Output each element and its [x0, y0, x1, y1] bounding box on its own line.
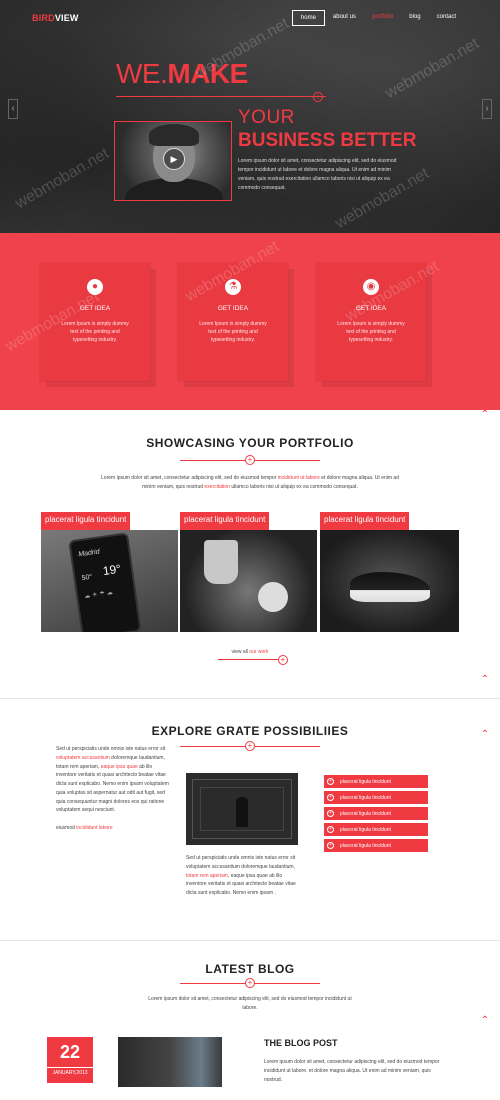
explore-list-item[interactable]: + placerat ligula tincidunt: [324, 823, 428, 836]
portfolio-intro: Lorem ipsum dolor sit amet, consectetur …: [101, 475, 399, 490]
next-slide-arrow[interactable]: ›: [482, 99, 492, 119]
hero-divider-plus-icon: +: [313, 92, 323, 102]
plus-icon: +: [327, 778, 334, 785]
prev-slide-arrow[interactable]: ‹: [8, 99, 18, 119]
portfolio-label: placerat ligula tincidunt: [320, 512, 410, 530]
video-figure-hair: [149, 124, 199, 146]
portfolio-image: Madrid 19° 50° ☁☀☂☁: [41, 530, 178, 632]
blog-date: 22 JANUARY,2013: [47, 1037, 93, 1083]
feature-text: Lorem Ipsum is simply dummy text of the …: [199, 321, 267, 343]
explore-mid-text: Sed ut perspiciatis unde omnis iste natu…: [186, 855, 296, 896]
feature-text: Lorem Ipsum is simply dummy text of the …: [61, 321, 129, 343]
section-separator: [0, 940, 500, 941]
portfolio-image: [320, 530, 459, 632]
feature-title: GET IDEA: [217, 305, 249, 312]
phone-city: Madrid: [77, 548, 101, 559]
flask-icon: ⚗: [225, 279, 241, 295]
portfolio-item[interactable]: placerat ligula tincidunt: [320, 512, 459, 632]
portfolio-label: placerat ligula tincidunt: [41, 512, 131, 530]
plus-icon: +: [327, 842, 334, 849]
explore-list-item[interactable]: + placerat ligula tincidunt: [324, 775, 428, 788]
sneaker-shape: [350, 572, 430, 602]
phone-temp: 19°: [101, 561, 122, 579]
blog-divider-plus-icon: +: [245, 978, 255, 988]
explore-list-item[interactable]: + placerat ligula tincidunt: [324, 791, 428, 804]
play-icon[interactable]: ▶: [163, 148, 185, 170]
blog-day: 22: [59, 1042, 81, 1062]
blog-post-text: Lorem ipsum dolor sit amet, consectetur …: [264, 1059, 440, 1083]
weather-icons: ☁☀☂☁: [83, 589, 116, 600]
scroll-up-icon[interactable]: ⌃: [480, 675, 490, 685]
feature-card[interactable]: ● GET IDEA Lorem Ipsum is simply dummy t…: [40, 263, 150, 381]
plus-icon: +: [327, 810, 334, 817]
explore-figure: [236, 797, 248, 827]
feature-title: GET IDEA: [355, 305, 387, 312]
github-icon: ●: [87, 279, 103, 295]
globe-icon: ◉: [363, 279, 379, 295]
brand-logo[interactable]: BIRDVIEW: [32, 13, 79, 23]
hero-section: BIRDVIEW home about us portfolio blog co…: [0, 0, 500, 233]
hero-sub-2: BUSINESS BETTER: [238, 130, 417, 151]
explore-left-text: Sed ut perspiciatis unde omnis iste natu…: [56, 746, 169, 831]
portfolio-divider-plus-icon: +: [245, 455, 255, 465]
wax-seal-shape: [258, 582, 288, 612]
section-separator: [0, 698, 500, 699]
hero-text: Lorem ipsum dolor sit amet, consectetur …: [238, 158, 397, 191]
scroll-up-icon[interactable]: ⌃: [480, 1016, 490, 1026]
explore-title: EXPLORE GRATE POSSIBILIIES: [151, 724, 349, 738]
feature-text: Lorem Ipsum is simply dummy text of the …: [337, 321, 405, 343]
blog-image[interactable]: [118, 1037, 222, 1087]
feature-card[interactable]: ◉ GET IDEA Lorem Ipsum is simply dummy t…: [316, 263, 426, 381]
explore-list: + placerat ligula tincidunt + placerat lig…: [324, 775, 428, 855]
feature-title: GET IDEA: [79, 305, 111, 312]
hero-headline: WE.MAKE: [116, 58, 248, 89]
blog-intro: Lorem ipsum dolor sit amet, consectetur …: [148, 996, 352, 1011]
view-all-link[interactable]: view all our work: [0, 649, 500, 655]
blog-post-title[interactable]: THE BLOG POST: [264, 1038, 338, 1048]
portfolio-image: [180, 530, 317, 632]
phone-temp-2: 50°: [81, 573, 93, 583]
plus-icon: +: [327, 794, 334, 801]
portfolio-label: placerat ligula tincidunt: [180, 512, 270, 530]
nav-portfolio[interactable]: portfolio: [364, 10, 401, 26]
phone-shape: Madrid 19° 50° ☁☀☂☁: [68, 532, 142, 632]
main-nav: home about us portfolio blog contact: [291, 10, 464, 26]
scroll-up-icon[interactable]: ⌃: [480, 410, 490, 420]
plus-icon: +: [327, 826, 334, 833]
explore-list-item[interactable]: + placerat ligula tincidunt: [324, 807, 428, 820]
features-section: ● GET IDEA Lorem Ipsum is simply dummy t…: [0, 233, 500, 410]
portfolio-item[interactable]: placerat ligula tincidunt: [180, 512, 317, 632]
viewall-divider: [218, 659, 282, 660]
nav-about[interactable]: about us: [325, 10, 364, 26]
hero-divider: [116, 96, 326, 97]
nav-contact[interactable]: contact: [429, 10, 464, 26]
hero-video-thumbnail[interactable]: ▶: [114, 121, 232, 201]
explore-list-item[interactable]: + placerat ligula tincidunt: [324, 839, 428, 852]
explore-image: [186, 773, 298, 845]
hero-sub-1: YOUR: [238, 107, 295, 128]
scroll-up-icon[interactable]: ⌃: [480, 730, 490, 740]
stamp-shape: [204, 540, 238, 584]
blog-title: LATEST BLOG: [205, 962, 295, 976]
nav-home[interactable]: home: [291, 10, 325, 26]
portfolio-item[interactable]: Madrid 19° 50° ☁☀☂☁ placerat ligula tinc…: [41, 512, 178, 632]
blog-month: JANUARY,2013: [47, 1067, 93, 1076]
explore-divider-plus-icon: +: [245, 741, 255, 751]
nav-blog[interactable]: blog: [401, 10, 428, 26]
portfolio-title: SHOWCASING YOUR PORTFOLIO: [146, 436, 354, 450]
viewall-plus-icon[interactable]: +: [278, 655, 288, 665]
feature-card[interactable]: ⚗ GET IDEA Lorem Ipsum is simply dummy t…: [178, 263, 288, 381]
